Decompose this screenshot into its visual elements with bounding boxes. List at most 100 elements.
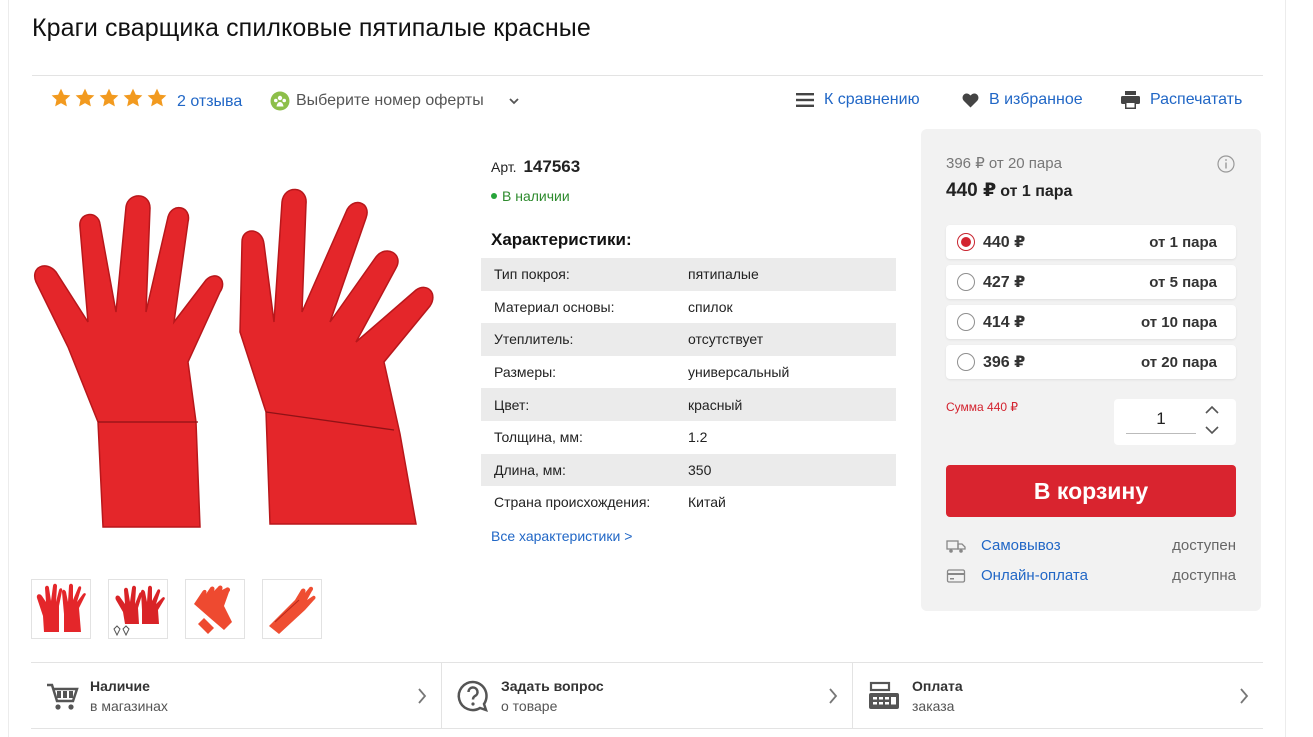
- delivery-label[interactable]: Онлайн-оплата: [981, 567, 1088, 584]
- price-option[interactable]: 396 ₽ от 20 пара: [946, 345, 1236, 379]
- offer-badge-icon: [270, 91, 290, 111]
- thumbnail-image: [113, 585, 165, 636]
- star-icon: [99, 88, 119, 107]
- reviews-link[interactable]: 2 отзыва: [177, 93, 242, 111]
- star-icon: [123, 88, 143, 107]
- offer-select-label: Выберите номер оферты: [296, 92, 484, 109]
- star-icon: [75, 88, 95, 107]
- question-icon: [457, 680, 488, 712]
- compare-label: К сравнению: [824, 91, 920, 108]
- characteristics-table: Тип покроя: пятипалые Материал основы: спи…: [481, 258, 896, 519]
- price-option[interactable]: 414 ₽ от 10 пара: [946, 305, 1236, 339]
- min-price-text: 396 ₽ от 20 пара: [946, 155, 1062, 172]
- delivery-status: доступна: [1172, 567, 1236, 584]
- table-row: Страна происхождения: Китай: [481, 486, 896, 519]
- sum-text: Сумма 440 ₽: [946, 400, 1019, 414]
- table-row: Утеплитель: отсутствует: [481, 323, 896, 356]
- rating-stars[interactable]: [50, 87, 168, 109]
- chevron-down-icon: [509, 98, 519, 105]
- ask-question-card[interactable]: Задать вопрос о товаре: [442, 663, 853, 728]
- delivery-label[interactable]: Самовывоз: [981, 537, 1061, 554]
- chevron-down-icon[interactable]: [1204, 424, 1220, 436]
- spec-value: пятипалые: [676, 258, 896, 291]
- quantity-input[interactable]: 1: [1126, 409, 1196, 434]
- radio-button[interactable]: [957, 353, 975, 371]
- thumbnail[interactable]: [31, 579, 91, 639]
- in-stock-dot-icon: [491, 193, 497, 199]
- payment-card[interactable]: Оплата заказа: [853, 663, 1263, 728]
- printer-icon: [1121, 91, 1140, 109]
- spec-value: 1.2: [688, 429, 708, 446]
- spec-name: Страна происхождения:: [494, 494, 651, 511]
- article-value: 147563: [523, 157, 581, 176]
- card-title: Наличие: [90, 678, 150, 694]
- page-frame-right: [1285, 0, 1286, 737]
- thumbnail[interactable]: [108, 579, 168, 639]
- table-row: Размеры: универсальный: [481, 356, 896, 389]
- compare-list-icon: [796, 93, 814, 107]
- cart-icon: [47, 683, 79, 710]
- thumbnail[interactable]: [262, 579, 322, 639]
- spec-value: спилок: [688, 298, 733, 315]
- current-price: 440 ₽ от 1 пара: [946, 179, 1072, 202]
- print-link[interactable]: Распечатать: [1121, 91, 1242, 109]
- spec-value: отсутствует: [676, 323, 896, 356]
- card-title: Оплата: [912, 678, 963, 694]
- add-to-cart-button[interactable]: В корзину: [946, 465, 1236, 517]
- table-row: Материал основы: спилок: [481, 291, 896, 324]
- spec-value: 350: [676, 453, 896, 487]
- radio-button[interactable]: [957, 233, 975, 251]
- option-price: 440 ₽: [983, 234, 1026, 251]
- current-price-from: от 1 пара: [1000, 183, 1073, 200]
- radio-button[interactable]: [957, 273, 975, 291]
- info-icon[interactable]: [1217, 155, 1235, 173]
- compare-link[interactable]: К сравнению: [796, 91, 920, 109]
- favorites-link[interactable]: В избранное: [962, 91, 1083, 109]
- card-title: Задать вопрос: [501, 678, 604, 694]
- option-from: от 1 пара: [1149, 233, 1217, 251]
- product-main-image[interactable]: [28, 172, 448, 542]
- thumbnail-image: [194, 585, 232, 634]
- option-from: от 10 пара: [1140, 313, 1217, 331]
- thumbnail-strip: [31, 579, 322, 639]
- option-from: от 5 пара: [1149, 273, 1217, 291]
- stock-status: В наличии: [491, 188, 570, 204]
- all-characteristics-link[interactable]: Все характеристики >: [491, 528, 632, 544]
- chevron-up-icon[interactable]: [1204, 404, 1220, 416]
- option-price: 414 ₽: [983, 314, 1026, 331]
- chevron-right-icon: [829, 688, 838, 704]
- current-price-value: 440 ₽: [946, 180, 997, 201]
- quantity-stepper: 1: [1114, 399, 1236, 445]
- availability-card[interactable]: Наличие в магазинах: [31, 663, 442, 728]
- table-row: Длина, мм: 350: [481, 453, 896, 487]
- article-number: Арт. 147563: [491, 157, 580, 177]
- card-icon: [946, 568, 966, 583]
- thumbnail-image: [269, 586, 316, 634]
- option-price: 427 ₽: [983, 274, 1026, 291]
- table-row: Толщина, мм: 1.2: [481, 421, 896, 454]
- chevron-right-icon: [1240, 688, 1249, 704]
- delivery-row: Самовывоз доступен: [946, 537, 1236, 554]
- price-option[interactable]: 427 ₽ от 5 пара: [946, 265, 1236, 299]
- price-option[interactable]: 440 ₽ от 1 пара: [946, 225, 1236, 259]
- spec-name: Утеплитель:: [481, 323, 676, 356]
- offer-select[interactable]: Выберите номер оферты: [270, 91, 520, 111]
- cash-register-icon: [869, 681, 899, 709]
- stock-status-label: В наличии: [502, 188, 570, 204]
- article-label: Арт.: [491, 159, 517, 175]
- radio-button[interactable]: [957, 313, 975, 331]
- truck-icon: [946, 539, 966, 553]
- spec-name: Тип покроя:: [481, 258, 676, 291]
- thumbnail[interactable]: [185, 579, 245, 639]
- spec-name: Цвет:: [481, 388, 676, 421]
- heart-icon: [962, 93, 979, 108]
- chevron-right-icon: [418, 688, 427, 704]
- price-panel: 396 ₽ от 20 пара 440 ₽ от 1 пара 440 ₽ от…: [921, 129, 1261, 611]
- product-title: Краги сварщика спилковые пятипалые красн…: [32, 14, 591, 42]
- option-from: от 20 пара: [1140, 353, 1217, 371]
- spec-name: Толщина, мм:: [494, 429, 583, 446]
- card-subtitle: заказа: [912, 698, 955, 714]
- spec-name: Материал основы:: [494, 298, 615, 315]
- card-subtitle: о товаре: [501, 698, 558, 714]
- table-row: Цвет: красный: [481, 388, 896, 421]
